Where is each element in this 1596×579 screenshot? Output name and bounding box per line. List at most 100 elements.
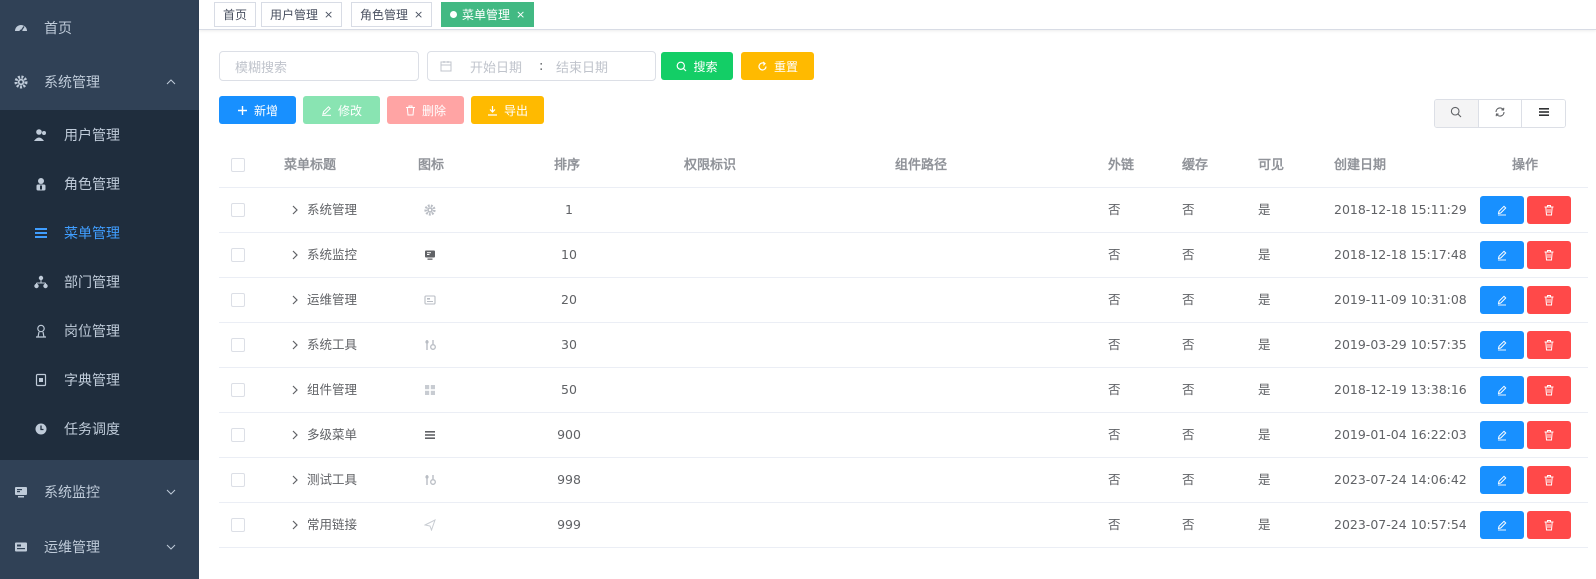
table-row[interactable]: 常用链接 999 否 否 是 2023-07-24 10:57:54 bbox=[219, 503, 1588, 548]
add-button[interactable]: 新增 bbox=[219, 96, 296, 124]
row-checkbox[interactable] bbox=[231, 338, 245, 352]
row-delete-button[interactable] bbox=[1527, 466, 1571, 494]
cell-iframe: 否 bbox=[1108, 517, 1121, 532]
delete-button[interactable]: 删除 bbox=[387, 96, 464, 124]
expand-icon[interactable] bbox=[289, 294, 301, 306]
tag-home[interactable]: 首页 bbox=[214, 2, 257, 27]
row-delete-button[interactable] bbox=[1527, 511, 1571, 539]
cell-title: 系统管理 bbox=[307, 202, 358, 217]
table-row[interactable]: 测试工具 998 否 否 是 2023-07-24 14:06:42 bbox=[219, 458, 1588, 503]
tag-users[interactable]: 用户管理 × bbox=[261, 2, 343, 27]
sidebar-item-ops[interactable]: 运维管理 bbox=[0, 519, 199, 575]
end-date-input[interactable]: 结束日期 bbox=[556, 57, 608, 76]
close-icon[interactable]: × bbox=[414, 8, 423, 21]
sidebar-item-depts[interactable]: 部门管理 bbox=[0, 257, 199, 307]
row-checkbox[interactable] bbox=[231, 428, 245, 442]
row-checkbox[interactable] bbox=[231, 203, 245, 217]
expand-icon[interactable] bbox=[289, 204, 301, 216]
table-row[interactable]: 多级菜单 900 否 否 是 2019-01-04 16:22:03 bbox=[219, 413, 1588, 458]
table-row[interactable]: 系统工具 30 否 否 是 2019-03-29 10:57:35 bbox=[219, 323, 1588, 368]
delete-button-label: 删除 bbox=[421, 103, 446, 118]
table-row[interactable]: 运维管理 20 否 否 是 2019-11-09 10:31:08 bbox=[219, 278, 1588, 323]
sidebar-item-users[interactable]: 用户管理 bbox=[0, 110, 199, 160]
edit-button[interactable]: 修改 bbox=[303, 96, 380, 124]
table-row[interactable]: 组件管理 50 否 否 是 2018-12-19 13:38:16 bbox=[219, 368, 1588, 413]
row-edit-button[interactable] bbox=[1480, 196, 1524, 224]
row-edit-button[interactable] bbox=[1480, 331, 1524, 359]
cell-title: 多级菜单 bbox=[307, 427, 358, 442]
row-checkbox[interactable] bbox=[231, 383, 245, 397]
header-actions: 操作 bbox=[1512, 158, 1539, 173]
expand-icon[interactable] bbox=[289, 249, 301, 261]
sidebar-item-jobs[interactable]: 任务调度 bbox=[0, 404, 199, 454]
columns-button[interactable] bbox=[1522, 100, 1565, 127]
header-permission: 权限标识 bbox=[684, 158, 737, 173]
select-all-checkbox[interactable] bbox=[231, 158, 245, 172]
expand-icon[interactable] bbox=[289, 384, 301, 396]
row-edit-button[interactable] bbox=[1480, 466, 1524, 494]
columns-icon bbox=[1538, 106, 1550, 122]
cell-iframe: 否 bbox=[1108, 337, 1121, 352]
row-edit-button[interactable] bbox=[1480, 286, 1524, 314]
row-edit-button[interactable] bbox=[1480, 376, 1524, 404]
row-delete-button[interactable] bbox=[1527, 421, 1571, 449]
menu-icon bbox=[424, 413, 436, 457]
export-button[interactable]: 导出 bbox=[471, 96, 544, 124]
reset-button[interactable]: 重置 bbox=[741, 52, 814, 80]
close-icon[interactable]: × bbox=[324, 8, 333, 21]
row-delete-button[interactable] bbox=[1527, 376, 1571, 404]
row-edit-button[interactable] bbox=[1480, 511, 1524, 539]
tag-roles[interactable]: 角色管理 × bbox=[351, 2, 433, 27]
expand-icon[interactable] bbox=[289, 429, 301, 441]
row-delete-button[interactable] bbox=[1527, 241, 1571, 269]
sidebar-item-system[interactable]: 系统管理 bbox=[0, 54, 199, 110]
refresh-button[interactable] bbox=[1478, 100, 1523, 127]
table-row[interactable]: 系统监控 10 否 否 是 2018-12-18 15:17:48 bbox=[219, 233, 1588, 278]
row-checkbox[interactable] bbox=[231, 293, 245, 307]
cell-sort: 10 bbox=[561, 247, 577, 262]
close-icon[interactable]: × bbox=[516, 8, 525, 21]
row-checkbox[interactable] bbox=[231, 248, 245, 262]
search-input[interactable]: 模糊搜索 bbox=[219, 51, 419, 81]
calendar-icon bbox=[440, 60, 452, 76]
row-delete-button[interactable] bbox=[1527, 331, 1571, 359]
sidebar-item-monitor[interactable]: 系统监控 bbox=[0, 464, 199, 520]
tag-menus[interactable]: 菜单管理 × bbox=[441, 2, 535, 27]
tree-icon bbox=[34, 275, 48, 289]
expand-icon[interactable] bbox=[289, 519, 301, 531]
row-edit-button[interactable] bbox=[1480, 421, 1524, 449]
sidebar-item-home[interactable]: 首页 bbox=[0, 0, 199, 56]
header-title: 菜单标题 bbox=[284, 158, 337, 173]
server-icon bbox=[14, 540, 28, 554]
tools-icon bbox=[424, 323, 436, 367]
header-visible: 可见 bbox=[1258, 158, 1285, 173]
table-row[interactable]: 系统管理 1 否 否 是 2018-12-18 15:11:29 bbox=[219, 188, 1588, 233]
expand-icon[interactable] bbox=[289, 474, 301, 486]
export-button-label: 导出 bbox=[503, 103, 528, 118]
sidebar-item-dicts[interactable]: 字典管理 bbox=[0, 355, 199, 405]
row-checkbox[interactable] bbox=[231, 473, 245, 487]
search-icon bbox=[676, 61, 687, 72]
row-delete-button[interactable] bbox=[1527, 286, 1571, 314]
tag-label: 角色管理 bbox=[360, 8, 409, 22]
row-checkbox[interactable] bbox=[231, 518, 245, 532]
sidebar-item-label: 部门管理 bbox=[64, 275, 120, 291]
cell-visible: 是 bbox=[1258, 472, 1271, 487]
row-edit-button[interactable] bbox=[1480, 241, 1524, 269]
table-header: 菜单标题 图标 排序 权限标识 组件路径 外链 缓存 可见 创建日期 操作 bbox=[219, 143, 1588, 188]
cell-created: 2018-12-18 15:17:48 bbox=[1334, 247, 1467, 262]
start-date-input[interactable]: 开始日期 bbox=[470, 57, 522, 76]
sidebar-item-menus[interactable]: 菜单管理 bbox=[0, 208, 199, 258]
sidebar-item-posts[interactable]: 岗位管理 bbox=[0, 306, 199, 356]
expand-icon[interactable] bbox=[289, 339, 301, 351]
sidebar-item-roles[interactable]: 角色管理 bbox=[0, 159, 199, 209]
toggle-search-button[interactable] bbox=[1435, 100, 1479, 127]
cell-sort: 1 bbox=[565, 202, 573, 217]
search-button[interactable]: 搜索 bbox=[661, 52, 733, 80]
date-range-picker[interactable]: 开始日期 : 结束日期 bbox=[427, 51, 656, 81]
refresh-icon bbox=[757, 61, 768, 72]
active-dot-icon bbox=[450, 11, 457, 18]
chevron-up-icon bbox=[165, 76, 177, 88]
row-delete-button[interactable] bbox=[1527, 196, 1571, 224]
cell-sort: 30 bbox=[561, 337, 577, 352]
